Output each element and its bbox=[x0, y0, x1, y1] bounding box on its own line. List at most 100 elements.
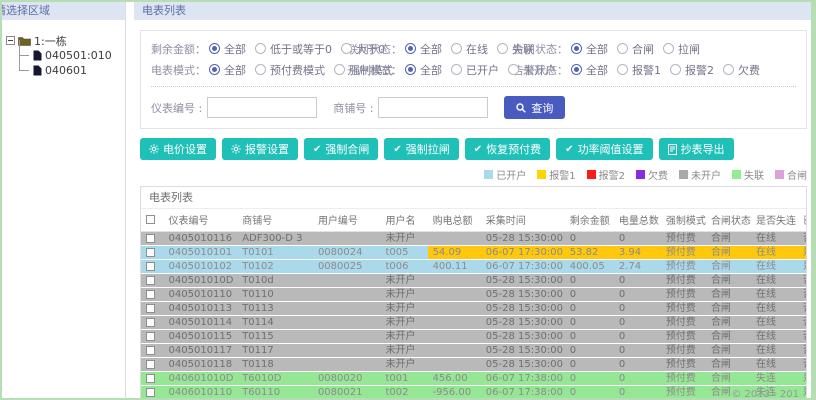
table-cell: 合闸 bbox=[705, 259, 751, 274]
row-checkbox[interactable] bbox=[146, 359, 155, 369]
toolbar-button-电价设置[interactable]: 电价设置 bbox=[140, 138, 216, 160]
radio-icon[interactable] bbox=[451, 43, 462, 54]
radio-option[interactable]: 全部 bbox=[209, 41, 246, 57]
meter-no-input[interactable] bbox=[207, 97, 318, 118]
table-cell: 0080021 bbox=[312, 385, 381, 398]
tree-collapse-icon[interactable] bbox=[6, 36, 15, 45]
radio-icon[interactable] bbox=[617, 43, 628, 54]
table-cell: 54.09 bbox=[427, 245, 481, 260]
table-cell: 0405010116 bbox=[163, 231, 238, 246]
radio-option[interactable]: 全部 bbox=[571, 41, 608, 57]
toolbar-button-label: 抄表导出 bbox=[680, 144, 725, 156]
row-checkbox[interactable] bbox=[146, 373, 155, 383]
table-cell: T0117 bbox=[237, 343, 313, 358]
radio-icon[interactable] bbox=[341, 43, 352, 54]
row-checkbox[interactable] bbox=[146, 289, 155, 299]
radio-selected-icon[interactable] bbox=[405, 64, 416, 75]
radio-option[interactable]: 合闸 bbox=[617, 41, 654, 57]
radio-icon[interactable] bbox=[497, 43, 508, 54]
radio-icon[interactable] bbox=[255, 43, 266, 54]
row-checkbox[interactable] bbox=[146, 233, 155, 243]
toolbar-button-功率阈值设置[interactable]: ✔ 功率阈值设置 bbox=[556, 138, 653, 160]
toolbar-button-强制拉闸[interactable]: ✔ 强制拉闸 bbox=[384, 138, 459, 160]
query-button[interactable]: 查询 bbox=[504, 96, 566, 119]
table-cell: 0 bbox=[564, 371, 614, 386]
table-cell: 0405010102 bbox=[163, 259, 238, 274]
row-checkbox[interactable] bbox=[146, 261, 155, 271]
radio-icon[interactable] bbox=[508, 64, 519, 75]
table-row: 040601010D T6010D 0080020 t001 456.00 06-07 1… bbox=[141, 371, 806, 386]
radio-option[interactable]: 报警2 bbox=[670, 62, 714, 78]
table-cell: 0405010115 bbox=[163, 329, 238, 344]
radio-option[interactable]: 预付费模式 bbox=[255, 62, 325, 78]
row-checkbox[interactable] bbox=[146, 247, 155, 257]
legend-label: 报警2 bbox=[598, 171, 625, 182]
radio-option[interactable]: 报警1 bbox=[617, 62, 661, 78]
toolbar-button-报警设置[interactable]: 报警设置 bbox=[222, 138, 298, 160]
tree-node-meter[interactable]: 040501:010 bbox=[19, 40, 123, 63]
toolbar-button-抄表导出[interactable]: 抄表导出 bbox=[658, 138, 734, 160]
radio-icon[interactable] bbox=[617, 64, 628, 75]
toolbar-button-强制合闸[interactable]: ✔ 强制合闸 bbox=[304, 138, 379, 160]
table-cell: 预付费 bbox=[660, 343, 706, 358]
row-checkbox[interactable] bbox=[146, 345, 155, 355]
query-button-label: 查询 bbox=[531, 102, 554, 115]
row-checkbox[interactable] bbox=[146, 303, 155, 313]
radio-icon[interactable] bbox=[723, 64, 734, 75]
radio-selected-icon[interactable] bbox=[405, 43, 416, 54]
radio-option[interactable]: 全部 bbox=[209, 62, 246, 78]
radio-option[interactable]: 全部 bbox=[571, 62, 608, 78]
legend-swatch bbox=[775, 170, 784, 179]
radio-selected-icon[interactable] bbox=[571, 43, 582, 54]
radio-selected-icon[interactable] bbox=[209, 64, 220, 75]
radio-option-label: 全部 bbox=[586, 63, 608, 77]
table-cell: T0115 bbox=[237, 329, 313, 344]
table-cell: 0405010117 bbox=[163, 343, 238, 358]
filter-group: 剩余金额： 全部 低于或等于0 大于0 bbox=[151, 41, 385, 57]
toolbar-button-恢复预付费[interactable]: ✔ 恢复预付费 bbox=[464, 138, 551, 160]
radio-icon[interactable] bbox=[255, 64, 266, 75]
table-title: 电表列表 bbox=[141, 187, 806, 209]
shop-no-input[interactable] bbox=[378, 97, 489, 118]
filter-row: 电表模式： 全部 预付费模式 强制模式 开户状态： 全部 已开户 未开户 告警状态： 全部 报警1 报… bbox=[151, 59, 796, 80]
radio-option[interactable]: 拉闸 bbox=[663, 41, 700, 57]
table-cell: 是 bbox=[798, 259, 806, 274]
table-cell: 0080024 bbox=[312, 245, 381, 260]
select-all-checkbox[interactable] bbox=[146, 214, 155, 224]
radio-option[interactable]: 全部 bbox=[405, 62, 442, 78]
table-row: 0405010113 T0113 未开户 05-28 15:30:00 0 0 预付费 合闸在… bbox=[141, 301, 806, 316]
tree-root-label: 1:一栋 bbox=[34, 34, 67, 48]
sidebar-header-label: 请选择区域 bbox=[2, 4, 50, 17]
radio-icon[interactable] bbox=[334, 64, 345, 75]
table-cell: 合闸 bbox=[705, 371, 751, 386]
filter-group: 开户状态： 全部 已开户 未开户 bbox=[347, 62, 556, 78]
row-checkbox[interactable] bbox=[146, 317, 155, 327]
table-cell: 05-28 15:30:00 bbox=[480, 329, 565, 344]
row-checkbox[interactable] bbox=[146, 275, 155, 285]
legend-item: 欠费 bbox=[636, 167, 668, 182]
file-icon bbox=[33, 50, 42, 61]
radio-option[interactable]: 在线 bbox=[451, 41, 488, 57]
row-checkbox[interactable] bbox=[146, 387, 155, 397]
radio-selected-icon[interactable] bbox=[571, 64, 582, 75]
table-cell: 未开户 bbox=[380, 287, 428, 302]
table-cell: 0405010113 bbox=[163, 301, 238, 316]
row-checkbox[interactable] bbox=[146, 331, 155, 341]
table-cell: 预付费 bbox=[660, 371, 706, 386]
column-header: 电量总数 bbox=[613, 209, 661, 232]
legend-swatch bbox=[484, 170, 494, 179]
radio-selected-icon[interactable] bbox=[209, 43, 220, 54]
tree-node-meter[interactable]: 040601 bbox=[19, 55, 123, 78]
radio-option[interactable]: 已开户 bbox=[451, 62, 499, 78]
radio-icon[interactable] bbox=[670, 64, 681, 75]
table-cell: 0405010114 bbox=[163, 315, 238, 330]
radio-icon[interactable] bbox=[663, 43, 674, 54]
table-row: 040501010D T010d 未开户 05-28 15:30:00 0 0 预付费 合闸在… bbox=[141, 273, 806, 288]
radio-option[interactable]: 欠费 bbox=[723, 62, 760, 78]
radio-option[interactable]: 低于或等于0 bbox=[255, 41, 332, 57]
table-cell: 预付费 bbox=[660, 273, 706, 288]
legend-item: 报警1 bbox=[537, 167, 576, 182]
radio-icon[interactable] bbox=[451, 64, 462, 75]
radio-option[interactable]: 全部 bbox=[405, 41, 442, 57]
table-cell bbox=[427, 329, 481, 344]
